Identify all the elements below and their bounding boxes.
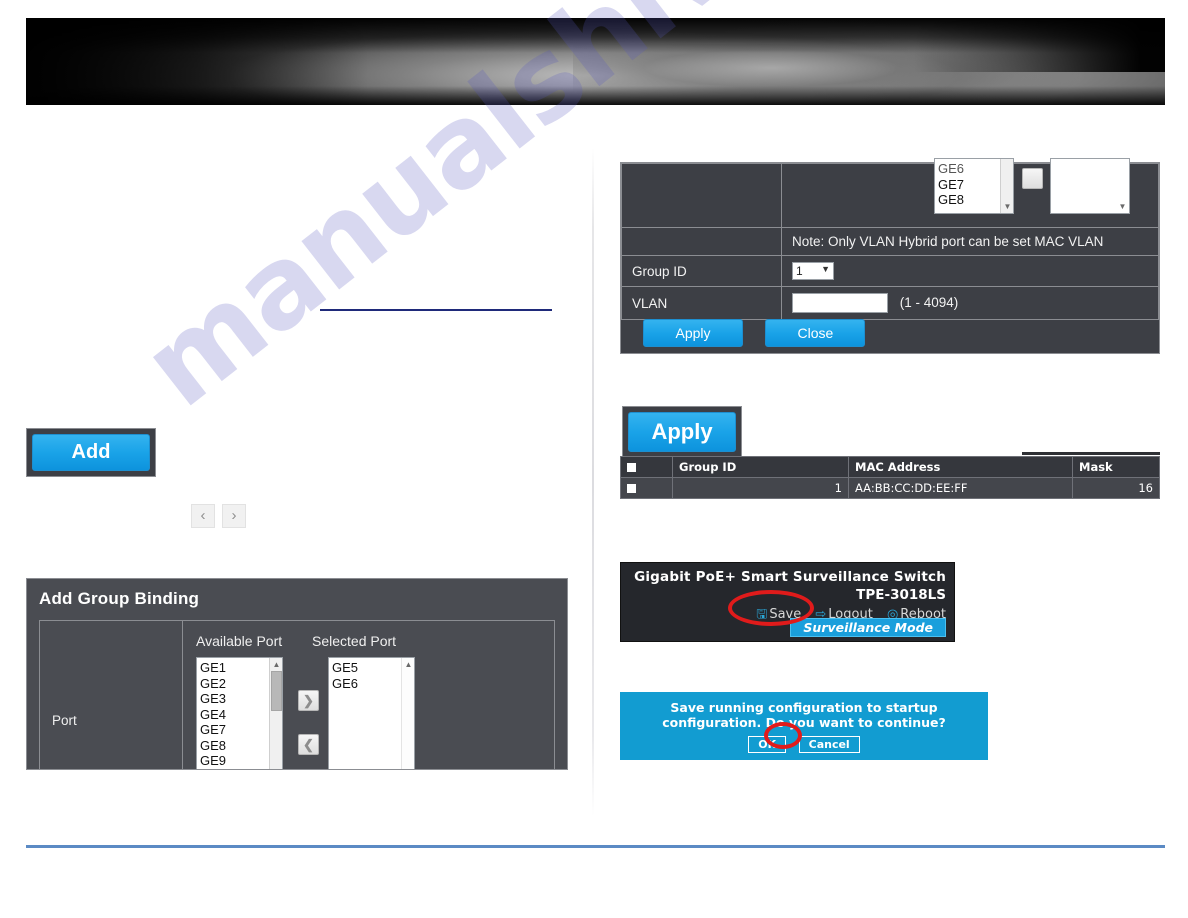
- scrollbar-thumb[interactable]: [271, 671, 282, 711]
- mac-binding-table: Group ID MAC Address Mask 1 AA:BB:CC:DD:…: [620, 456, 1160, 499]
- selected-ports-scrollbar[interactable]: ▲: [401, 658, 414, 769]
- add-button-wrapper: Add: [26, 428, 156, 477]
- banner-shade-right: [914, 18, 1165, 72]
- selected-ports-listbox[interactable]: GE5 GE6 ▲: [328, 657, 415, 769]
- save-dialog-ok-button[interactable]: OK: [748, 736, 787, 753]
- device-header-panel: Gigabit PoE+ Smart Surveillance Switch T…: [620, 562, 955, 642]
- note-label-cell: [621, 227, 782, 256]
- port-selector-cell: GE6 GE7 GE8 ▼ ▼: [781, 158, 1159, 228]
- chevron-up-icon[interactable]: ▲: [404, 660, 413, 669]
- table-tab-shadow: [1022, 452, 1160, 455]
- product-model: TPE-3018LS: [856, 587, 946, 603]
- group-id-label: Group ID: [621, 255, 782, 287]
- save-dialog-message: Save running configuration to startup co…: [662, 700, 946, 730]
- save-icon: 🖫: [756, 607, 768, 622]
- group-id-select-value: 1: [796, 264, 803, 278]
- available-port-header: Available Port: [196, 633, 283, 649]
- pagination-next-button[interactable]: ›: [222, 504, 246, 528]
- port-selector-row: GE6 GE7 GE8 ▼ ▼: [621, 158, 1159, 228]
- chevron-down-icon[interactable]: ▼: [1118, 202, 1127, 211]
- selected-port-header: Selected Port: [312, 633, 397, 649]
- apply-button-wrapper: Apply: [622, 406, 742, 458]
- footer-rule: [26, 845, 1165, 848]
- product-name: Gigabit PoE+ Smart Surveillance Switch: [634, 569, 946, 585]
- add-group-binding-title: Add Group Binding: [39, 589, 200, 608]
- select-all-checkbox[interactable]: [627, 463, 636, 472]
- add-group-binding-panel: Add Group Binding Port Available Port Se…: [26, 578, 568, 770]
- dialog-apply-button[interactable]: Apply: [643, 319, 743, 347]
- save-dialog-buttons: OK Cancel: [620, 735, 988, 753]
- port-row-label: Port: [52, 713, 77, 728]
- select-all-header: [620, 456, 673, 478]
- chevron-down-icon[interactable]: ▼: [821, 264, 830, 274]
- table-row[interactable]: 1 AA:BB:CC:DD:EE:FF 16: [620, 477, 1160, 499]
- available-ports-scrollbar[interactable]: ▲: [269, 658, 282, 769]
- mac-vlan-form-table: GE6 GE7 GE8 ▼ ▼ Note: Only VLAN Hybrid p…: [621, 158, 1159, 320]
- port-selector-label-cell: [621, 163, 782, 228]
- mac-vlan-dialog-footer: Apply Close: [621, 313, 1159, 353]
- cell-mac-address: AA:BB:CC:DD:EE:FF: [848, 477, 1073, 499]
- vlan-range-hint: (1 - 4094): [899, 294, 959, 310]
- vlan-input[interactable]: [792, 293, 888, 313]
- cell-mask: 16: [1072, 477, 1160, 499]
- body-rule-navy: [320, 309, 552, 311]
- add-button[interactable]: Add: [32, 434, 150, 471]
- available-ports-listbox[interactable]: GE1 GE2 GE3 GE4 GE7 GE8 GE9 GE10 ▲: [196, 657, 283, 769]
- row-checkbox[interactable]: [627, 484, 636, 493]
- col-header-mask: Mask: [1072, 456, 1160, 478]
- pagination-prev-button[interactable]: ‹: [191, 504, 215, 528]
- col-header-group-id: Group ID: [672, 456, 849, 478]
- port-row-label-cell: Port: [40, 621, 183, 769]
- chevron-up-icon[interactable]: ▲: [272, 660, 281, 669]
- col-header-mac-address: MAC Address: [848, 456, 1073, 478]
- page-header-banner: [26, 18, 1165, 105]
- group-id-select[interactable]: 1 ▼: [792, 262, 834, 280]
- group-id-cell: 1 ▼: [781, 255, 1159, 287]
- save-dialog-cancel-button[interactable]: Cancel: [798, 736, 860, 753]
- available-port-listbox[interactable]: GE6 GE7 GE8 ▼: [934, 158, 1014, 214]
- available-port-scrollbar[interactable]: ▼: [1000, 159, 1013, 213]
- note-cell: Note: Only VLAN Hybrid port can be set M…: [781, 227, 1159, 256]
- table-header-row: Group ID MAC Address Mask: [620, 456, 1160, 478]
- move-left-button[interactable]: ❮: [298, 734, 319, 755]
- group-id-row: Group ID 1 ▼: [621, 255, 1159, 287]
- apply-button[interactable]: Apply: [628, 412, 736, 452]
- chevron-down-icon[interactable]: ▼: [1003, 202, 1012, 211]
- selected-port-scrollbar[interactable]: ▼: [1116, 159, 1129, 213]
- selected-port-listbox[interactable]: ▼: [1050, 158, 1130, 214]
- column-divider: [592, 148, 594, 816]
- move-right-button[interactable]: [1022, 168, 1043, 189]
- cell-group-id: 1: [672, 477, 849, 499]
- banner-shade-bottom: [26, 85, 1165, 105]
- dialog-close-button[interactable]: Close: [765, 319, 866, 347]
- note-row: Note: Only VLAN Hybrid port can be set M…: [621, 227, 1159, 256]
- move-right-button[interactable]: ❯: [298, 690, 319, 711]
- save-confirm-dialog: Save running configuration to startup co…: [620, 692, 988, 760]
- mac-vlan-dialog: GE6 GE7 GE8 ▼ ▼ Note: Only VLAN Hybrid p…: [620, 158, 1160, 354]
- add-group-binding-body: Port Available Port Selected Port GE1 GE…: [39, 620, 555, 769]
- row-select-cell: [620, 477, 673, 499]
- surveillance-mode-badge: Surveillance Mode: [790, 618, 946, 637]
